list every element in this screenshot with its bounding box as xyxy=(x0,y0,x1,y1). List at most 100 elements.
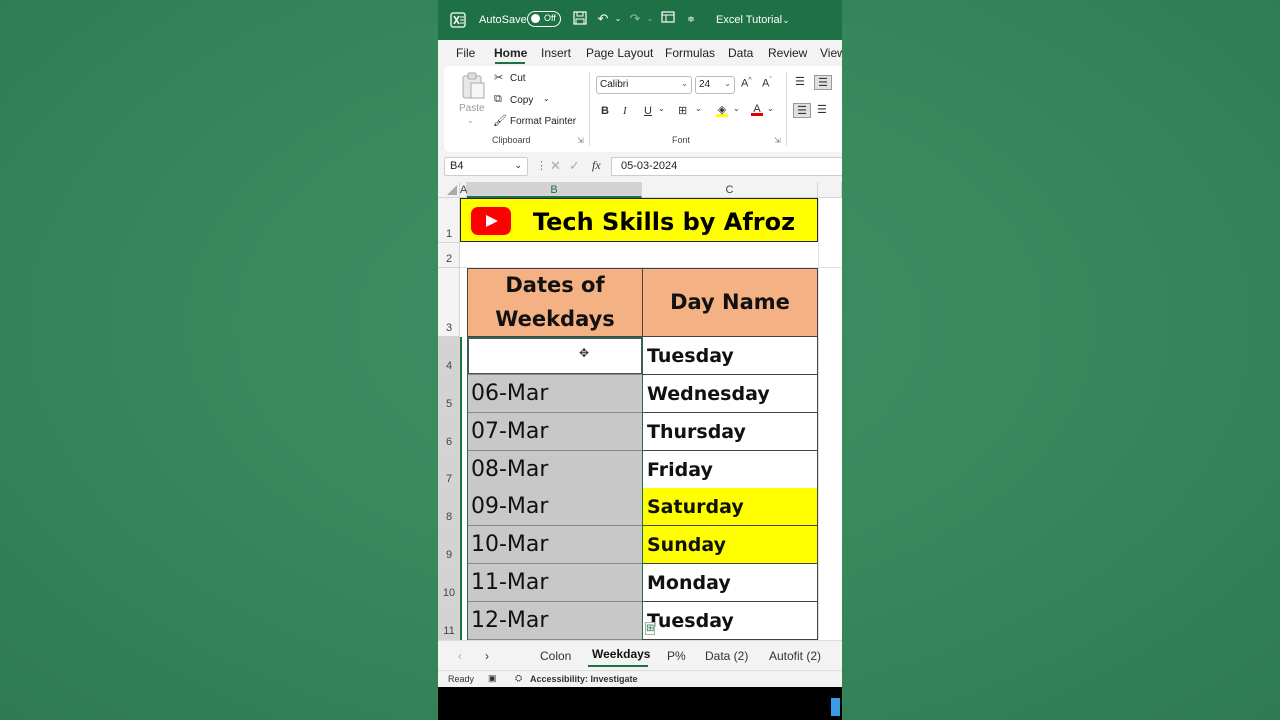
tab-view[interactable]: View xyxy=(820,46,842,60)
font-color-icon[interactable]: A xyxy=(751,103,763,116)
row-header[interactable]: 4 xyxy=(438,337,460,375)
formula-input[interactable]: 05-03-2024 xyxy=(611,157,842,176)
quick-analysis-icon[interactable]: ⊞ xyxy=(645,622,656,635)
undo-dropdown-icon[interactable]: ⌄ xyxy=(610,11,626,27)
row-2-cells[interactable] xyxy=(460,243,842,268)
row-header[interactable]: 5 xyxy=(438,375,460,413)
file-name[interactable]: Excel Tutorial xyxy=(716,14,782,26)
tab-data[interactable]: Data xyxy=(728,46,753,60)
day-cell[interactable]: Wednesday xyxy=(642,375,818,413)
top-align-icon[interactable]: ☰ xyxy=(795,75,805,88)
header-day-name[interactable]: Day Name xyxy=(642,268,818,337)
tab-page-layout[interactable]: Page Layout xyxy=(586,46,653,60)
ribbon-separator xyxy=(589,72,590,146)
more-options-icon[interactable]: ⋮ xyxy=(536,159,547,172)
active-cell[interactable] xyxy=(468,338,642,374)
autosave-toggle[interactable]: Off xyxy=(527,11,561,27)
paste-dropdown-icon[interactable]: ⌄ xyxy=(467,116,474,125)
undo-icon[interactable]: ↶ xyxy=(595,11,611,27)
font-size-select[interactable]: 24 ⌄ xyxy=(695,76,735,94)
font-launcher-icon[interactable]: ⇲ xyxy=(774,136,781,145)
align-left-icon[interactable]: ☰ xyxy=(793,103,811,118)
borders-dropdown-icon[interactable]: ⌄ xyxy=(695,104,702,113)
sheet-tab-weekdays[interactable]: Weekdays xyxy=(592,647,650,661)
row-header[interactable]: 6 xyxy=(438,413,460,451)
accessibility-status[interactable]: Accessibility: Investigate xyxy=(530,674,638,684)
day-cell[interactable]: Tuesday xyxy=(642,337,818,375)
tab-home[interactable]: Home xyxy=(494,46,527,60)
sheet-tab-autofit-2[interactable]: Autofit (2) xyxy=(769,649,821,663)
paste-icon[interactable] xyxy=(459,72,487,100)
day-cell[interactable]: Saturday xyxy=(642,488,818,526)
row-header[interactable]: 2 xyxy=(438,243,460,268)
save-icon[interactable] xyxy=(572,11,588,27)
middle-align-icon[interactable]: ☰ xyxy=(814,75,832,90)
row-header[interactable]: 11 xyxy=(438,602,460,640)
underline-button[interactable]: U xyxy=(644,105,652,117)
align-center-icon[interactable]: ☰ xyxy=(817,103,827,116)
chevron-down-icon: ⌄ xyxy=(724,79,731,88)
column-header-b[interactable]: B xyxy=(467,182,642,198)
increase-font-icon[interactable]: A^ xyxy=(741,77,752,90)
title-bar: AutoSave Off ↶ ⌄ ↷ ⌄ ≑ Excel Tutorial ⌄ xyxy=(438,0,842,40)
tab-insert[interactable]: Insert xyxy=(541,46,571,60)
bold-button[interactable]: B xyxy=(601,105,609,117)
cut-button[interactable]: Cut xyxy=(510,73,526,84)
day-cell[interactable]: Friday xyxy=(642,451,818,489)
chevron-down-icon: ⌄ xyxy=(681,79,688,88)
sheet-tab-data-2[interactable]: Data (2) xyxy=(705,649,748,663)
sheet-tab-colon[interactable]: Colon xyxy=(540,649,571,663)
format-painter-button[interactable]: Format Painter xyxy=(510,116,576,127)
header-dates[interactable]: Dates of Weekdays xyxy=(467,268,643,337)
name-box[interactable]: B4 ⌄ xyxy=(444,157,528,176)
redo-dropdown-icon[interactable]: ⌄ xyxy=(642,11,658,27)
day-cell[interactable]: Monday xyxy=(642,564,818,602)
chevron-down-icon[interactable]: ⌄ xyxy=(778,12,794,28)
day-cell[interactable]: Sunday xyxy=(642,526,818,564)
cancel-icon[interactable]: ✕ xyxy=(550,158,561,174)
formula-bar: B4 ⌄ ⋮ ✕ ✓ fx 05-03-2024 xyxy=(438,155,842,179)
tab-file[interactable]: File xyxy=(456,46,475,60)
enter-icon[interactable]: ✓ xyxy=(569,158,580,174)
redo-icon[interactable]: ↷ xyxy=(627,11,643,27)
tab-review[interactable]: Review xyxy=(768,46,807,60)
column-header-c[interactable]: C xyxy=(642,182,818,198)
banner-title: Tech Skills by Afroz xyxy=(532,208,796,236)
paste-label[interactable]: Paste xyxy=(459,103,485,114)
sheet-tab-percent[interactable]: P% xyxy=(667,649,686,663)
customize-toolbar-icon[interactable]: ≑ xyxy=(683,11,699,27)
column-header-d[interactable] xyxy=(818,182,842,198)
form-icon[interactable] xyxy=(660,11,676,27)
row-header[interactable]: 1 xyxy=(438,198,460,243)
row-header[interactable]: 9 xyxy=(438,526,460,564)
underline-dropdown-icon[interactable]: ⌄ xyxy=(658,104,665,113)
font-color-dropdown-icon[interactable]: ⌄ xyxy=(767,104,774,113)
day-cell[interactable]: Tuesday xyxy=(642,602,818,640)
copy-dropdown-icon[interactable]: ⌄ xyxy=(543,94,550,103)
macro-record-icon[interactable]: ▣ xyxy=(488,673,497,684)
windows-icon[interactable] xyxy=(831,698,840,716)
chevron-right-icon[interactable]: › xyxy=(485,649,489,663)
worksheet-grid[interactable]: A B C 1 2 3 4 5 6 7 8 9 10 11 Tech Skill… xyxy=(438,182,842,640)
day-value: Tuesday xyxy=(647,345,734,367)
fill-color-icon[interactable]: ◈ xyxy=(716,103,728,117)
row-header[interactable]: 3 xyxy=(438,268,460,337)
insert-function-icon[interactable]: fx xyxy=(592,158,601,173)
row-header[interactable]: 10 xyxy=(438,564,460,602)
active-tab-indicator xyxy=(495,62,525,64)
font-name-select[interactable]: Calibri ⌄ xyxy=(596,76,692,94)
row-header[interactable]: 7 xyxy=(438,451,460,488)
clipboard-launcher-icon[interactable]: ⇲ xyxy=(577,136,584,145)
copy-button[interactable]: Copy xyxy=(510,95,533,106)
decrease-font-icon[interactable]: Aˇ xyxy=(762,77,772,90)
fill-color-dropdown-icon[interactable]: ⌄ xyxy=(733,104,740,113)
tab-formulas[interactable]: Formulas xyxy=(665,46,715,60)
chevron-left-icon[interactable]: ‹ xyxy=(458,649,462,663)
column-header-a[interactable]: A xyxy=(460,182,467,198)
italic-button[interactable]: I xyxy=(623,105,627,117)
borders-icon[interactable]: ⊞ xyxy=(678,104,687,117)
accessibility-icon[interactable]: ⛭ xyxy=(515,673,522,684)
select-all-corner[interactable] xyxy=(438,182,460,198)
day-cell[interactable]: Thursday xyxy=(642,413,818,451)
row-header[interactable]: 8 xyxy=(438,488,460,526)
